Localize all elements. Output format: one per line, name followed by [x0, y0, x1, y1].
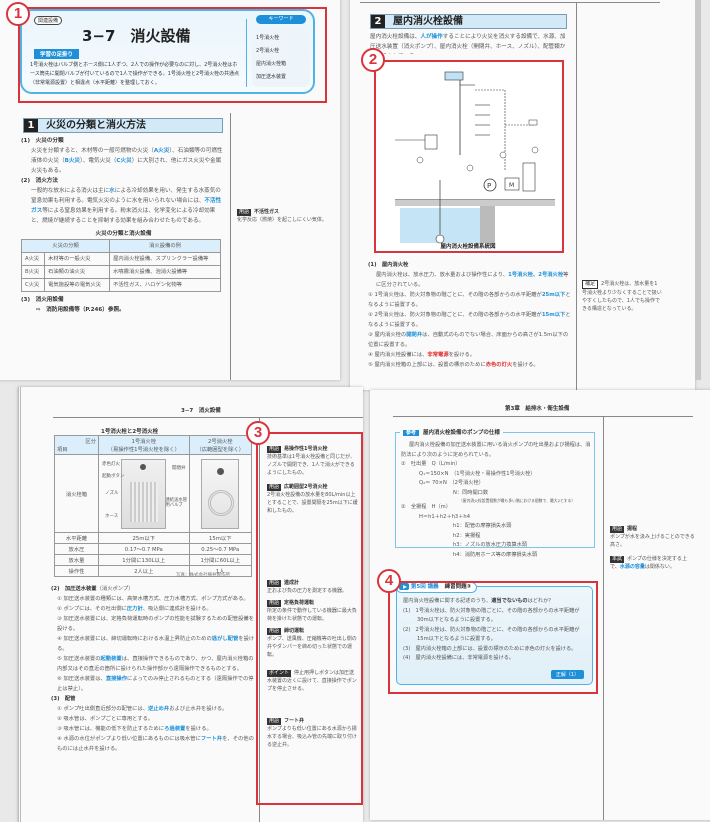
running-head: 第3章 給排水・衛生設備 — [505, 406, 570, 412]
side-note: 用語 不活性ガス 化学反応（燃焼）を起こしにくい気体。 — [237, 209, 327, 223]
photo-credit: 写真：株式会社横井製作所 — [176, 573, 230, 578]
table-row: 水平距離 25m以下 15m以下 — [54, 532, 253, 544]
table-row: 放水量 1分間に130L以上 1分間に60L以上 — [54, 554, 253, 566]
table-row: 消火栓箱 赤色灯火 起動ボタン 開閉弁 ノズル 連結送水管用バルブ ホース — [54, 454, 253, 533]
hydrant-comparison-table: 区分 項目 1号消火栓 （易操作性1号消火栓を除く） 2号消火栓 （広範囲型を除く）… — [54, 435, 253, 577]
page-edge-strip — [695, 0, 701, 380]
side-notes: 用語 揚程 ポンプが水を汲み上げることのできる高さ。 本試 ポンプの仕様を決定する上で… — [610, 525, 695, 571]
list-item: ④ 屋内消火栓設備には、非常電源を設ける。 — [368, 352, 476, 358]
list-item: ⑥ 加圧送水装置は、直接操作によってのみ停止されるものとする（遠隔操作での停止は… — [57, 676, 254, 692]
top-rule — [393, 416, 693, 417]
section-2-intro: 屋内消火栓設備は、人が操作することにより火災を消火する設備で、水源、加圧送水装置… — [370, 34, 566, 50]
top-rule — [360, 2, 660, 3]
fire-class-table: 火災の分類 消火設備の例 A火災 木材等の一般火災 屋内消火栓設備、スプリンクラ… — [20, 239, 221, 292]
annotation-marker-2: 2 — [361, 48, 385, 72]
hydrant-2-photo — [201, 458, 240, 529]
column-divider — [230, 113, 231, 380]
annotation-marker-1: 1 — [6, 2, 30, 26]
hydrant-table-title: 1号消火栓と2号消火栓 — [101, 429, 159, 435]
list-item: ② 吸水管は、ポンプごとに専用とする。 — [57, 716, 154, 722]
reference-box: 参考 屋内消火栓設備のポンプの仕様 屋内消火栓設備の加圧送水装置に用いる消火ポンプ… — [395, 428, 595, 558]
list-item: ② ポンプには、その吐出側に圧力計、吸込側に連成計を設ける。 — [57, 606, 212, 612]
hydrant-1-photo — [121, 458, 167, 529]
side-note: 本試 ポンプの仕様を決定する上で、水源の容量は関係ない。 — [610, 556, 687, 570]
section-1-body: (1) 火災の分類 火災を分類すると、木材等の一般可燃物の火災（A火災）、石油類… — [20, 136, 226, 315]
list-item: ② 2号消火栓は、防火対象物の階ごとに、その階の各部からの水平距離が15m以下と… — [368, 312, 571, 328]
section-2-body: (1) 屋内消火栓 屋内消火栓は、放水圧力、放水量および操作性により、1号消火栓… — [368, 260, 573, 370]
list-item: ① 加圧送水装置の種類には、高架水槽方式、圧力水槽方式、ポンプ方式がある。 — [57, 596, 249, 602]
page-reference-link[interactable]: ⇨ 消防用設備等（P.246）参照。 — [21, 305, 226, 315]
list-item: ③ 吸水管には、機能の低下を防止するためにろ過装置を設ける。 — [57, 726, 212, 732]
annotation-box-4 — [388, 581, 598, 694]
annotation-box-2 — [374, 60, 564, 253]
column-divider — [576, 2, 577, 390]
list-item: ④ 加圧送水装置には、締切運転時における水温上昇防止のための逃がし配管を設ける。 — [57, 636, 255, 652]
table-header-row: 区分 項目 1号消火栓 （易操作性1号消火栓を除く） 2号消火栓 （広範囲型を除く） — [54, 435, 253, 455]
hose-reel-icon — [208, 489, 235, 516]
hose-icon — [130, 481, 159, 522]
side-note: 用語 揚程 ポンプが水を汲み上げることのできる高さ。 — [610, 526, 695, 548]
section-2-heading: 2 屋内消火栓設備 — [370, 14, 567, 29]
annotation-marker-4: 4 — [377, 569, 401, 593]
reference-tag: 参考 — [403, 430, 420, 436]
top-rule — [53, 417, 363, 418]
red-lamp-icon — [217, 467, 225, 475]
table-row: C火災 電気施設等の電気火災 不活性ガス、ハロゲン化物等 — [20, 278, 221, 292]
red-lamp-icon — [140, 463, 147, 470]
list-item: ③ 屋内消火栓の開閉弁は、自動式のものでない場合、床面からの高さが1.5m以下の… — [368, 332, 569, 348]
table-header-row: 火災の分類 消火設備の例 — [20, 239, 221, 253]
list-item: ⑤ 屋内消火栓箱の上部には、設置の標示のために赤色の灯火を設ける。 — [368, 362, 539, 368]
section-1-heading: 1 火災の分類と消火方法 — [23, 118, 223, 133]
annotation-marker-3: 3 — [246, 421, 270, 445]
side-note: 補足 2号消火栓は、放水量を1号消火栓より少なくすることで扱いやすくしたもので、1… — [582, 280, 662, 312]
annotation-box-3 — [256, 432, 363, 805]
column-divider — [603, 416, 604, 820]
table-row: B火災 石油類の油火災 水噴霧消火設備、泡消火設備等 — [20, 265, 221, 279]
list-item: ③ 加圧送水装置には、定格負荷運転時のポンプの性能を試験するための配管設備を設け… — [57, 616, 254, 632]
table-row: 放水圧 0.17～0.7 MPa 0.25～0.7 MPa — [54, 543, 253, 555]
running-head: 3−7 消火設備 — [181, 408, 221, 414]
pump-section: (2) 加圧送水装置（消火ポンプ） ① 加圧送水装置の種類には、高架水槽方式、圧… — [51, 586, 255, 752]
list-item: ① ポンプ吐出側直近部分の配管には、逆止め弁および止水弁を設ける。 — [57, 706, 228, 712]
list-item: ① 1号消火栓は、防火対象物の階ごとに、その階の各部からの水平距離が25m以下と… — [368, 292, 571, 308]
list-item: ④ 水源の水位がポンプより低い位置にあるものには吸水管にフート弁を、その他のもの… — [57, 736, 254, 752]
list-item: ⑤ 加圧送水装置の起動装置は、直接操作できるものであり、かつ、屋内消火栓箱の内部… — [57, 656, 254, 672]
table-row: A火災 木材等の一般火災 屋内消火栓設備、スプリンクラー設備等 — [20, 252, 221, 266]
annotation-box-1 — [18, 7, 327, 103]
